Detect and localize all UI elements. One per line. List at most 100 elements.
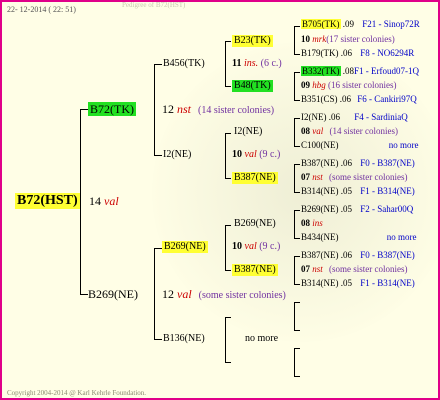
gen5-14-num: 08 [301,218,310,228]
gen5-row-1: B705(TK) .09 F21 - Sinop72R [301,19,420,29]
connector [154,248,155,340]
gen2-upper-info: 12 nst (14 sister colonies) [162,103,274,116]
gen5-12-location: F1 - B314(NE) [360,186,415,196]
gen5-15-note: no more [386,232,417,242]
queen-node-gen3-4[interactable]: B136(NE) [163,334,205,344]
connector [294,348,295,377]
gen3-1-type: ins. [243,58,259,69]
connector [294,100,300,101]
connector [294,118,300,119]
queen-node-gen5-7[interactable]: I2(NE) [301,112,327,122]
connector [225,225,231,226]
gen5-5-num: 09 [301,80,310,90]
gen5-7-location: F4 - SardiniaQ [354,112,408,122]
gen5-13-location: F2 - Sahar00Q [360,204,414,214]
queen-node-gen5-16[interactable]: B387(NE) [301,250,339,260]
gen5-7-year: .06 [328,112,340,122]
gen5-14-type: ins [312,218,323,228]
gen5-4-year: .08 [342,66,354,76]
connector [294,26,295,55]
gen5-row-2: 10 mrk(17 sister colonies) [301,35,395,44]
connector [294,302,300,303]
queen-node-gen3-3[interactable]: B269(NE) [162,241,208,253]
gen5-row-7: I2(NE) .06 F4 - SardiniaQ [301,113,408,122]
queen-node-gen4-4[interactable]: B387(NE) [232,172,278,184]
gen2-lower-info: 12 val (some sister colonies) [162,288,286,301]
connector [294,348,300,349]
gen5-2-type: mrk [312,34,327,44]
connector [294,256,300,257]
connector [225,225,226,271]
page-title: Pedigree of B72(HST) [122,1,186,9]
gen5-4-location: F1 - Erfoud07-1Q [354,66,419,76]
gen5-3-year: .06 [340,48,352,58]
connector [294,192,300,193]
gen5-2-num: 10 [301,34,310,44]
copyright: Copyright 2004-2014 @ Karl Kehrle Founda… [7,389,147,397]
queen-node-gen3-2[interactable]: I2(NE) [163,150,191,160]
queen-node-gen2-upper[interactable]: B72(TK) [88,102,136,116]
connector [294,164,300,165]
gen3-2-type: val [244,149,257,160]
gen2-upper-note: (14 sister colonies) [198,105,275,116]
gen5-row-12: B314(NE) .05 F1 - B314(NE) [301,187,415,196]
gen5-row-13: B269(NE) .05 F2 - Sahar00Q [301,205,413,214]
gen5-11-num: 07 [301,172,310,182]
queen-node-gen3-1[interactable]: B456(TK) [163,59,205,69]
gen2-upper-type: nst [177,102,192,116]
queen-node-gen4-1[interactable]: B23(TK) [232,35,273,47]
connector [225,317,231,318]
connector [294,164,295,193]
gen5-17-note: (some sister colonies) [329,264,408,274]
gen2-lower-num: 12 [162,287,174,301]
queen-node-gen4-5[interactable]: B269(NE) [234,219,276,229]
gen3-1-num: 11 [232,58,242,69]
connector [294,302,295,331]
queen-node-gen5-9[interactable]: C100(NE) [301,140,339,150]
queen-node-gen4-6[interactable]: B387(NE) [232,264,278,276]
gen5-row-3: B179(TK) .06 F8 - NO6294R [301,49,414,58]
gen3-2-info: 10 val (9 c.) [232,150,280,160]
gen3-1-note: (6 c.) [260,58,282,69]
root-num: 14 val [89,195,119,207]
root-type: val [104,194,119,208]
connector [294,284,300,285]
connector [294,146,300,147]
gen2-lower-type: val [177,287,192,301]
queen-node-gen4-2[interactable]: B48(TK) [232,80,273,92]
connector [154,64,162,65]
gen3-3-type: val [244,241,257,252]
gen5-row-16: B387(NE) .06 F0 - B387(NE) [301,251,415,260]
queen-node-gen5-18[interactable]: B314(NE) [301,278,339,288]
queen-node-gen5-13[interactable]: B269(NE) [301,204,339,214]
gen5-10-location: F0 - B387(NE) [360,158,415,168]
queen-node-gen5-15[interactable]: B434(NE) [301,232,339,242]
queen-node-gen5-10[interactable]: B387(NE) [301,158,339,168]
gen5-8-note: (14 sister colonies) [329,126,398,136]
queen-node-gen5-6[interactable]: B351(CS) [301,94,338,104]
gen5-row-15: B434(NE) no more [301,233,417,242]
gen5-18-year: .05 [340,278,352,288]
gen5-row-14: 08 ins [301,219,323,228]
queen-node-gen4-3[interactable]: I2(NE) [234,127,262,137]
queen-node-gen2-lower[interactable]: B269(NE) [88,288,138,300]
gen3-3-note: (9 c.) [259,241,281,252]
gen3-1-info: 11 ins. (6 c.) [232,59,282,69]
gen5-row-8: 08 val (14 sister colonies) [301,127,398,136]
queen-node-root[interactable]: B72(HST) [15,193,80,209]
gen5-row-9: C100(NE) no more [301,141,419,150]
gen5-6-year: .06 [339,94,352,104]
gen3-2-note: (9 c.) [259,149,281,160]
connector [225,86,231,87]
gen5-11-note: (some sister colonies) [329,172,408,182]
gen5-17-type: nst [312,264,323,274]
connector [80,109,81,295]
connector [154,248,162,249]
gen5-8-num: 08 [301,126,310,136]
queen-node-gen5-3[interactable]: B179(TK) [301,48,339,58]
gen2-upper-num: 12 [162,102,174,116]
queen-node-gen5-12[interactable]: B314(NE) [301,186,339,196]
queen-node-gen5-4[interactable]: B332(TK) [301,66,341,76]
queen-node-gen5-1[interactable]: B705(TK) [301,19,341,29]
connector [154,64,155,156]
